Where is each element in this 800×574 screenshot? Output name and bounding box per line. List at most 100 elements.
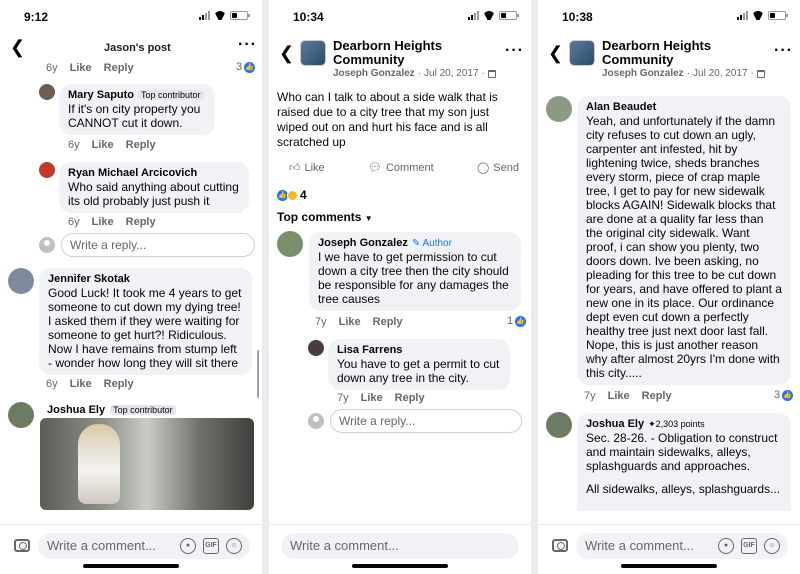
camera-icon[interactable] bbox=[552, 539, 568, 552]
battery-icon bbox=[230, 11, 250, 20]
author-badge: ✎ Author bbox=[411, 237, 452, 249]
reply-input[interactable]: Write a reply... bbox=[330, 409, 522, 433]
send-button[interactable]: ◯ Send bbox=[477, 161, 519, 175]
haha-reaction-icon bbox=[287, 189, 298, 201]
camera-icon[interactable] bbox=[14, 539, 30, 552]
home-indicator bbox=[621, 564, 717, 568]
comment-bubble: Lisa Farrens You have to get a permit to… bbox=[328, 339, 510, 390]
reaction-number: 4 bbox=[300, 188, 307, 202]
status-bar: 9:12 bbox=[0, 0, 262, 30]
group-name[interactable]: Dearborn Heights Community bbox=[602, 39, 752, 67]
chevron-down-icon: ▼ bbox=[364, 214, 373, 223]
wifi-icon bbox=[752, 11, 764, 20]
back-icon[interactable]: ❮ bbox=[548, 44, 563, 62]
like-link[interactable]: Like bbox=[70, 378, 92, 390]
reply-link[interactable]: Reply bbox=[373, 316, 403, 328]
commenter-name[interactable]: Joshua Ely ✦2,303 points bbox=[586, 418, 782, 430]
like-reaction-icon: 👍 bbox=[515, 315, 527, 327]
top-contributor-badge: Top contributor bbox=[138, 90, 204, 100]
comment-button[interactable]: 💬︎ Comment bbox=[368, 161, 434, 175]
like-link[interactable]: Like bbox=[361, 392, 383, 404]
comment-text: Sec. 28-26. - Obligation to construct an… bbox=[586, 431, 778, 473]
group-logo[interactable] bbox=[569, 40, 595, 66]
comment-bubble: Jennifer Skotak Good Luck! It took me 4 … bbox=[39, 268, 252, 375]
comment-text: You have to get a permit to cut down any… bbox=[337, 357, 500, 385]
reaction-count[interactable]: 1 👍 bbox=[507, 315, 527, 327]
top-contributor-badge: Top contributor bbox=[110, 405, 176, 415]
gif-icon[interactable]: GIF bbox=[203, 538, 219, 554]
commenter-name[interactable]: Jennifer Skotak bbox=[48, 273, 243, 285]
comment-meta: 6y Like Reply bbox=[46, 62, 134, 74]
gif-icon[interactable]: GIF bbox=[741, 538, 757, 554]
comment-icon: 💬︎ bbox=[368, 162, 382, 174]
commenter-name[interactable]: Alan Beaudet bbox=[586, 101, 782, 113]
avatar[interactable] bbox=[8, 268, 34, 294]
reply-composer: Write a reply... bbox=[39, 233, 255, 257]
avatar[interactable] bbox=[8, 402, 34, 428]
reply-link[interactable]: Reply bbox=[642, 390, 672, 402]
comment-input[interactable]: Write a comment... bbox=[281, 533, 519, 559]
reaction-count[interactable]: 3 👍 bbox=[236, 61, 256, 73]
comment-bubble: Ryan Michael Arcicovich Who said anythin… bbox=[59, 162, 249, 213]
comment-age: 6y bbox=[68, 139, 80, 151]
top-comments-filter[interactable]: Top comments ▼ bbox=[277, 210, 373, 224]
page-title: Jason's post bbox=[104, 42, 171, 54]
sticker-icon[interactable]: ● bbox=[180, 538, 196, 554]
sticker-icon[interactable]: ● bbox=[718, 538, 734, 554]
reaction-summary[interactable]: 👍 4 bbox=[277, 188, 307, 202]
status-icons bbox=[468, 11, 519, 20]
group-logo[interactable] bbox=[300, 40, 326, 66]
post-author[interactable]: Joseph Gonzalez bbox=[602, 68, 684, 79]
back-icon[interactable]: ❮ bbox=[279, 44, 294, 62]
commenter-name[interactable]: Joseph Gonzalez ✎ Author bbox=[318, 237, 512, 249]
comment-age: 7y bbox=[337, 392, 349, 404]
reply-link[interactable]: Reply bbox=[104, 62, 134, 74]
comment-age: 6y bbox=[46, 62, 58, 74]
like-link[interactable]: Like bbox=[339, 316, 361, 328]
like-reaction-icon: 👍 bbox=[244, 61, 256, 73]
like-link[interactable]: Like bbox=[608, 390, 630, 402]
comment-text: Yeah, and unfortunately if the damn city… bbox=[586, 114, 782, 380]
commenter-name[interactable]: Lisa Farrens bbox=[337, 344, 501, 356]
comment-age: 6y bbox=[46, 378, 58, 390]
comment-text: Who said anything about cutting its old … bbox=[68, 180, 239, 208]
avatar[interactable] bbox=[39, 162, 55, 178]
avatar[interactable] bbox=[308, 340, 324, 356]
composer-icons: ● GIF ☺ bbox=[718, 538, 780, 554]
group-name[interactable]: Dearborn Heights Community bbox=[333, 39, 483, 67]
emoji-icon[interactable]: ☺ bbox=[226, 538, 242, 554]
reaction-count[interactable]: 3 👍 bbox=[774, 389, 794, 401]
emoji-icon[interactable]: ☺ bbox=[764, 538, 780, 554]
avatar[interactable] bbox=[546, 96, 572, 122]
comment-meta: 7y Like Reply bbox=[584, 390, 672, 402]
screen-group-post-comments: 10:38 ❮ Dearborn Heights Community Josep… bbox=[538, 0, 800, 574]
reply-link[interactable]: Reply bbox=[395, 392, 425, 404]
comment-photo[interactable] bbox=[40, 418, 254, 510]
points-badge: ✦2,303 points bbox=[648, 418, 705, 429]
more-options-icon[interactable]: ··· bbox=[774, 42, 793, 60]
scrollbar[interactable] bbox=[257, 350, 259, 398]
calendar-icon bbox=[487, 69, 496, 78]
more-options-icon[interactable]: ··· bbox=[505, 42, 524, 60]
avatar[interactable] bbox=[546, 412, 572, 438]
reply-link[interactable]: Reply bbox=[126, 216, 156, 228]
avatar[interactable] bbox=[39, 84, 55, 100]
like-reaction-icon: 👍 bbox=[782, 389, 794, 401]
more-options-icon[interactable]: ··· bbox=[238, 36, 257, 54]
reply-composer: Write a reply... bbox=[308, 409, 522, 433]
reply-link[interactable]: Reply bbox=[126, 139, 156, 151]
post-author[interactable]: Joseph Gonzalez bbox=[333, 68, 415, 79]
commenter-name[interactable]: Ryan Michael Arcicovich bbox=[68, 167, 240, 179]
reply-link[interactable]: Reply bbox=[104, 378, 134, 390]
like-button[interactable]: 👍︎ Like bbox=[289, 161, 325, 175]
back-icon[interactable]: ❮ bbox=[10, 38, 25, 56]
avatar[interactable] bbox=[277, 231, 303, 257]
reply-input[interactable]: Write a reply... bbox=[61, 233, 255, 257]
like-link[interactable]: Like bbox=[92, 216, 114, 228]
user-avatar bbox=[308, 413, 324, 429]
commenter-name[interactable]: Mary Saputo Top contributor bbox=[68, 89, 206, 101]
like-link[interactable]: Like bbox=[92, 139, 114, 151]
like-link[interactable]: Like bbox=[70, 62, 92, 74]
commenter-name[interactable]: Joshua Ely Top contributor bbox=[47, 404, 176, 416]
home-indicator bbox=[352, 564, 448, 568]
